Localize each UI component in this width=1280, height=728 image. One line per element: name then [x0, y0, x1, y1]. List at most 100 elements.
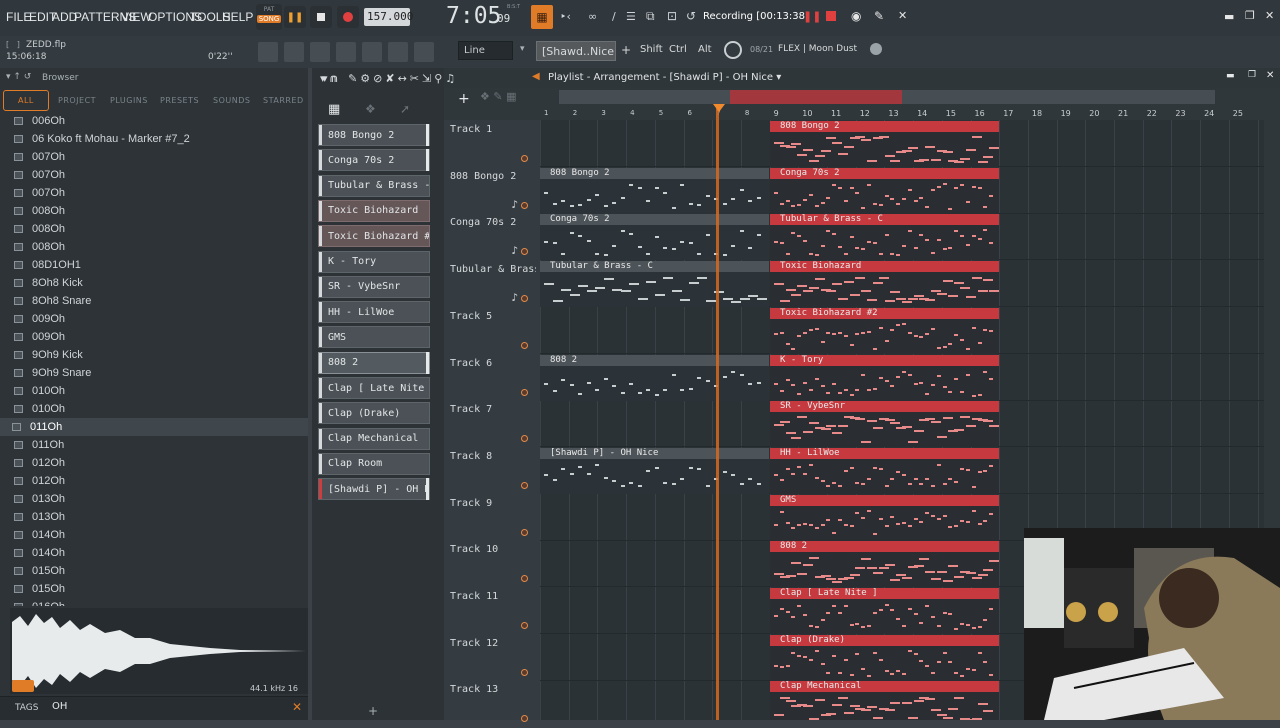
- tool-icon-1[interactable]: [258, 42, 278, 62]
- browser-item[interactable]: 007Oh: [14, 148, 65, 166]
- channel-button[interactable]: SR - VybeSnr: [318, 275, 430, 298]
- pattern-clip[interactable]: Toxic Biohazard #2: [770, 307, 999, 354]
- song-time[interactable]: 7:05: [446, 3, 501, 29]
- channel-button[interactable]: Toxic Biohazard #2: [318, 225, 430, 248]
- tool-icon-2[interactable]: [284, 42, 304, 62]
- track-header[interactable]: Track 13: [448, 682, 536, 728]
- wait-icon[interactable]: ∞: [588, 10, 597, 23]
- tempo-display[interactable]: 157.000: [364, 8, 413, 26]
- pattern-clip[interactable]: Clap (Drake): [770, 634, 999, 681]
- track-header[interactable]: Tubular & Brass - C ♪: [448, 262, 536, 308]
- menu-help[interactable]: HELP: [222, 10, 253, 24]
- clear-tags-icon[interactable]: ✕: [292, 700, 302, 714]
- pattern-clip[interactable]: K - Tory: [770, 354, 999, 401]
- track-mute-icon[interactable]: [521, 435, 528, 443]
- rec-stop-icon[interactable]: [826, 11, 836, 21]
- pattern-clip-muted[interactable]: 808 Bongo 2: [540, 167, 769, 214]
- track-header[interactable]: Track 10: [448, 542, 536, 588]
- track-mute-icon[interactable]: [521, 295, 528, 303]
- graph-icon[interactable]: ➚: [400, 102, 410, 116]
- track-header[interactable]: Track 8: [448, 449, 536, 495]
- tab-project[interactable]: PROJECT: [58, 96, 96, 105]
- tab-presets[interactable]: PRESETS: [160, 96, 199, 105]
- track-header[interactable]: Track 6: [448, 356, 536, 402]
- browser-item[interactable]: 013Oh: [14, 490, 65, 508]
- stop-button[interactable]: [310, 6, 332, 28]
- playlist-scroll-thumb[interactable]: [730, 90, 902, 104]
- playlist-minimize-icon[interactable]: ▬: [1226, 71, 1235, 81]
- minimize-icon[interactable]: ▬: [1224, 10, 1234, 23]
- channel-button[interactable]: Clap [ Late Nite ]: [318, 377, 430, 399]
- close-recorder-icon[interactable]: ✕: [898, 9, 907, 22]
- record-button[interactable]: [337, 6, 359, 28]
- browser-item[interactable]: 010Oh: [14, 400, 65, 418]
- pattern-clip[interactable]: 808 Bongo 2: [770, 121, 999, 167]
- browser-item[interactable]: 8Oh8 Snare: [14, 292, 91, 310]
- track-header[interactable]: Track 11: [448, 589, 536, 635]
- pattern-clip[interactable]: HH - LilWoe: [770, 447, 999, 494]
- track-header[interactable]: Track 5: [448, 309, 536, 355]
- browser-item[interactable]: 009Oh: [14, 328, 65, 346]
- playlist-close-icon[interactable]: ✕: [1266, 70, 1274, 81]
- browser-item[interactable]: 012Oh: [14, 472, 65, 490]
- browser-item[interactable]: 007Oh: [14, 184, 65, 202]
- track-mute-icon[interactable]: [521, 528, 528, 536]
- channel-button[interactable]: 808 2: [318, 351, 430, 374]
- bar-ruler[interactable]: 1234567891011121314151617181920212223242…: [540, 108, 1264, 120]
- pattern-clip-muted[interactable]: Conga 70s 2: [540, 214, 769, 261]
- browser-item[interactable]: 013Oh: [14, 508, 65, 526]
- close-app-icon[interactable]: ✕: [1265, 9, 1274, 22]
- pattern-song-mode-icon[interactable]: ▦: [531, 5, 553, 29]
- track-mute-icon[interactable]: [521, 481, 528, 489]
- pause-button[interactable]: ❚❚: [284, 6, 306, 28]
- browser-item[interactable]: 008Oh: [14, 238, 65, 256]
- step-seq-icon[interactable]: ❖: [365, 102, 376, 116]
- channel-button[interactable]: Clap (Drake): [318, 402, 430, 425]
- browser-item[interactable]: 015Oh: [14, 562, 65, 580]
- window-icon[interactable]: ⧉: [646, 9, 655, 24]
- add-track-icon[interactable]: +: [458, 91, 470, 107]
- browser-item[interactable]: 006Oh: [14, 114, 65, 130]
- add-channel-icon[interactable]: +: [368, 704, 378, 718]
- rec-pause-icon[interactable]: ❚❚: [803, 10, 821, 23]
- pattern-clip[interactable]: Clap Mechanical: [770, 681, 999, 720]
- channel-button[interactable]: 808 Bongo 2: [318, 124, 430, 146]
- track-mute-icon[interactable]: [521, 668, 528, 676]
- pattern-clip-muted[interactable]: 808 2: [540, 354, 769, 401]
- pattern-clip-muted[interactable]: [Shawdi P] - OH Nice: [540, 447, 769, 494]
- camera-icon[interactable]: ◉: [851, 9, 861, 23]
- pat-song-toggle[interactable]: PAT SONG: [256, 4, 282, 30]
- track-header[interactable]: Track 12: [448, 636, 536, 682]
- channel-button[interactable]: Clap Mechanical: [318, 427, 430, 450]
- playhead-marker-icon[interactable]: [713, 104, 725, 112]
- track-mute-icon[interactable]: [521, 341, 528, 349]
- pattern-selector[interactable]: [Shawd..Nice: [536, 41, 616, 61]
- browser-item[interactable]: 012Oh: [14, 454, 65, 472]
- channel-button[interactable]: Tubular & Brass - C: [318, 174, 430, 197]
- browser-item[interactable]: 011Oh: [14, 436, 64, 454]
- browser-item[interactable]: 9Oh9 Kick: [14, 346, 83, 364]
- globe-icon[interactable]: [870, 43, 882, 55]
- browser-item[interactable]: 9Oh9 Snare: [14, 364, 91, 382]
- browser-item[interactable]: 06 Koko ft Mohau - Marker #7_2: [14, 130, 190, 148]
- snap-select[interactable]: Line: [458, 41, 513, 60]
- browser-item[interactable]: 014Oh: [14, 544, 65, 562]
- shift-modifier[interactable]: Shift: [640, 44, 663, 55]
- add-pattern-icon[interactable]: +: [621, 43, 631, 57]
- export-icon[interactable]: ⊡: [667, 9, 677, 23]
- pattern-clip-muted[interactable]: Tubular & Brass - C: [540, 261, 769, 308]
- pattern-clip[interactable]: SR - VybeSnr: [770, 401, 999, 448]
- mixer-icon[interactable]: [362, 42, 382, 62]
- playlist-tools-icons[interactable]: ▾∩ ✎⚙⊘✘↔✂⇲⚲♫: [322, 72, 458, 85]
- browser-item[interactable]: 009Oh: [14, 310, 65, 328]
- tab-starred[interactable]: STARRED: [263, 96, 304, 105]
- pencil-icon[interactable]: ✎: [874, 9, 884, 23]
- list-icon[interactable]: ☰: [626, 10, 636, 23]
- microphone-icon[interactable]: [414, 42, 434, 62]
- pattern-clip[interactable]: Toxic Biohazard: [770, 261, 999, 308]
- preview-play-icon[interactable]: [12, 680, 34, 692]
- track-mute-icon[interactable]: [521, 388, 528, 396]
- countdown-icon[interactable]: /: [612, 10, 616, 23]
- track-header[interactable]: Track 7: [448, 402, 536, 448]
- browser-item[interactable]: 014Oh: [14, 526, 65, 544]
